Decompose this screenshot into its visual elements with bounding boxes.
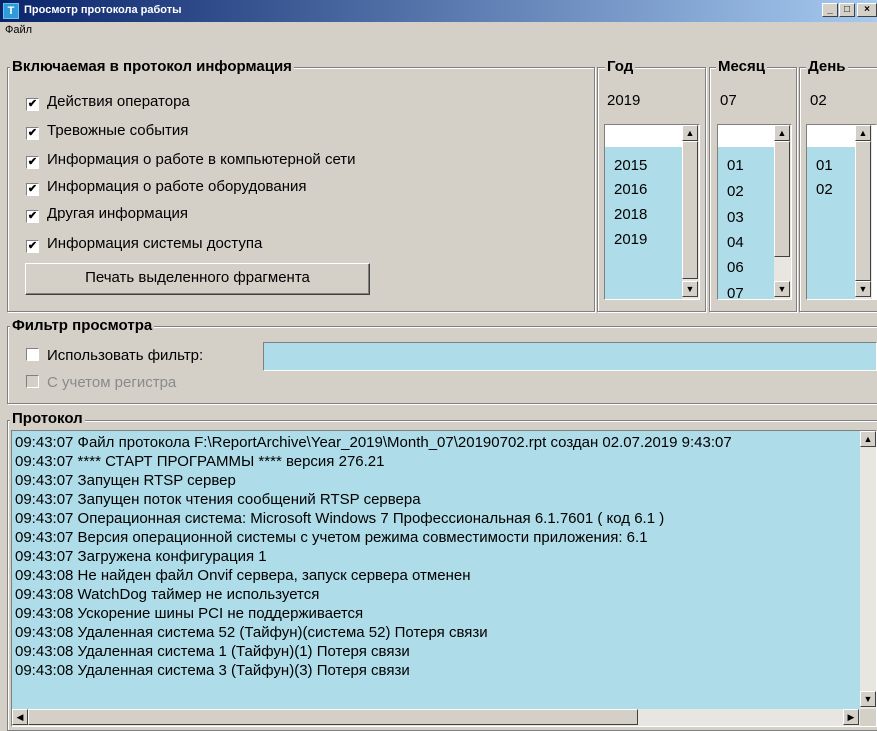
checkbox-operator-actions[interactable]: ✔ Действия оператора	[26, 93, 190, 111]
title-bar[interactable]: T Просмотр протокола работы _ □ ×	[0, 0, 877, 22]
list-item[interactable]: 2018	[614, 206, 647, 223]
list-item[interactable]: 01	[727, 157, 744, 174]
checkbox-access-info[interactable]: ✔ Информация системы доступа	[26, 235, 262, 253]
log-line: 09:43:07 **** СТАРТ ПРОГРАММЫ **** верси…	[15, 453, 385, 470]
app-icon: T	[3, 3, 19, 19]
checkbox-alarm-events[interactable]: ✔ Тревожные события	[26, 122, 188, 140]
day-value: 02	[810, 92, 827, 109]
maximize-button[interactable]: □	[839, 3, 855, 17]
checkbox-label: С учетом регистра	[47, 374, 177, 391]
case-sensitive-checkbox[interactable]: С учетом регистра	[26, 374, 176, 391]
checkbox-equipment-info[interactable]: ✔ Информация о работе оборудования	[26, 178, 307, 196]
day-scrollbar[interactable]: ▲ ▼	[855, 125, 872, 299]
scroll-down-icon[interactable]: ▼	[860, 691, 876, 707]
checkbox-box[interactable]: ✔	[26, 240, 39, 253]
list-item[interactable]: 01	[816, 157, 833, 174]
year-group-title: Год	[605, 58, 636, 75]
checkbox-label: Другая информация	[47, 205, 189, 222]
log-line: 09:43:08 Удаленная система 1 (Тайфун)(1)…	[15, 643, 410, 660]
scroll-up-icon[interactable]: ▲	[855, 125, 871, 141]
month-group-title: Месяц	[716, 58, 767, 75]
menu-bar: Файл	[0, 22, 877, 40]
scroll-down-icon[interactable]: ▼	[682, 281, 698, 297]
log-line: 09:43:08 Ускорение шины PCI не поддержив…	[15, 605, 364, 622]
checkbox-other-info[interactable]: ✔ Другая информация	[26, 205, 188, 223]
list-item[interactable]: 04	[727, 234, 744, 251]
checkbox-box[interactable]	[26, 375, 39, 388]
size-grip-icon[interactable]	[860, 709, 876, 726]
info-group-title: Включаемая в протокол информация	[10, 58, 294, 75]
month-value: 07	[720, 92, 737, 109]
day-listbox[interactable]: 01 02 ▲ ▼	[806, 124, 877, 300]
scroll-up-icon[interactable]: ▲	[860, 431, 876, 447]
log-line: 09:43:08 Не найден файл Onvif сервера, з…	[15, 567, 471, 584]
log-hscrollbar[interactable]: ◀ ▶	[12, 709, 860, 726]
scroll-right-icon[interactable]: ▶	[843, 709, 859, 725]
protocol-group-title: Протокол	[10, 410, 85, 427]
scroll-thumb[interactable]	[855, 141, 871, 281]
scroll-up-icon[interactable]: ▲	[774, 125, 790, 141]
log-line: 09:43:07 Операционная система: Microsoft…	[15, 510, 665, 527]
minimize-button[interactable]: _	[822, 3, 838, 17]
year-scrollbar[interactable]: ▲ ▼	[682, 125, 699, 299]
scroll-thumb[interactable]	[682, 141, 698, 279]
log-line: 09:43:08 Удаленная система 52 (Тайфун)(с…	[15, 624, 488, 641]
window-title: Просмотр протокола работы	[24, 4, 182, 16]
checkbox-box[interactable]: ✔	[26, 210, 39, 223]
log-line: 09:43:07 Загружена конфигурация 1	[15, 548, 267, 565]
log-line: 09:43:07 Запущен поток чтения сообщений …	[15, 491, 421, 508]
log-line: 09:43:08 Удаленная система 3 (Тайфун)(3)…	[15, 662, 410, 679]
checkbox-box[interactable]: ✔	[26, 98, 39, 111]
log-line: 09:43:07 Файл протокола F:\ReportArchive…	[15, 434, 732, 451]
print-selection-button[interactable]: Печать выделенного фрагмента	[25, 263, 370, 295]
filter-group-title: Фильтр просмотра	[10, 317, 155, 334]
checkbox-box[interactable]: ✔	[26, 156, 39, 169]
use-filter-checkbox[interactable]: Использовать фильтр:	[26, 347, 203, 364]
log-line: 09:43:08 WatchDog таймер не используется	[15, 586, 320, 603]
checkbox-label: Информация о работе в компьютерной сети	[47, 151, 356, 168]
checkbox-box[interactable]: ✔	[26, 127, 39, 140]
scroll-up-icon[interactable]: ▲	[682, 125, 698, 141]
scroll-down-icon[interactable]: ▼	[774, 281, 790, 297]
checkbox-label: Действия оператора	[47, 93, 190, 110]
filter-input[interactable]	[263, 342, 877, 371]
list-item[interactable]: 2019	[614, 231, 647, 248]
scroll-thumb[interactable]	[28, 709, 638, 725]
checkbox-label: Информация системы доступа	[47, 235, 263, 252]
month-listbox[interactable]: 01 02 03 04 06 07 ▲ ▼	[717, 124, 792, 302]
day-group-title: День	[806, 58, 848, 75]
scroll-left-icon[interactable]: ◀	[12, 709, 28, 725]
month-scrollbar[interactable]: ▲ ▼	[774, 125, 791, 299]
protocol-log[interactable]: 09:43:07 Файл протокола F:\ReportArchive…	[11, 430, 877, 727]
checkbox-box[interactable]	[26, 348, 39, 361]
list-item[interactable]: 03	[727, 209, 744, 226]
year-listbox[interactable]: 2015 2016 2018 2019 ▲ ▼	[604, 124, 700, 300]
checkbox-label: Тревожные события	[47, 122, 189, 139]
checkbox-label: Информация о работе оборудования	[47, 178, 307, 195]
checkbox-box[interactable]: ✔	[26, 183, 39, 196]
list-item[interactable]: 07	[727, 285, 744, 302]
checkbox-label: Использовать фильтр:	[47, 347, 204, 364]
list-item[interactable]: 06	[727, 259, 744, 276]
list-item[interactable]: 02	[816, 181, 833, 198]
menu-file[interactable]: Файл	[5, 24, 32, 36]
log-line: 09:43:07 Версия операционной системы с у…	[15, 529, 648, 546]
list-item[interactable]: 2015	[614, 157, 647, 174]
log-text: 09:43:07 Файл протокола F:\ReportArchive…	[15, 433, 861, 707]
list-item[interactable]: 2016	[614, 181, 647, 198]
year-value: 2019	[607, 92, 641, 109]
scroll-thumb[interactable]	[774, 141, 790, 257]
list-item[interactable]: 02	[727, 183, 744, 200]
scroll-down-icon[interactable]: ▼	[855, 281, 871, 297]
log-vscrollbar[interactable]: ▲ ▼	[860, 431, 876, 709]
close-button[interactable]: ×	[857, 3, 877, 17]
log-line: 09:43:07 Запущен RTSP сервер	[15, 472, 236, 489]
checkbox-network-info[interactable]: ✔ Информация о работе в компьютерной сети	[26, 151, 356, 169]
